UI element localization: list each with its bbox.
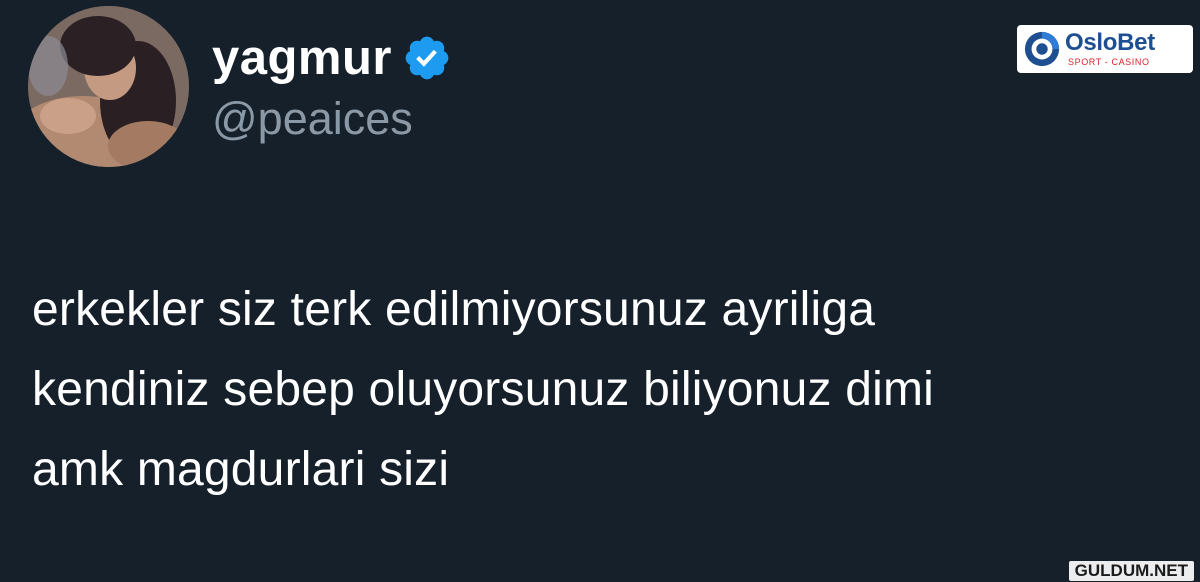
tweet-card: yagmur @peaices OsloBet SPORT - CASINO e… <box>0 0 1200 582</box>
brand-name: OsloBet <box>1065 28 1155 56</box>
display-name[interactable]: yagmur <box>212 33 392 83</box>
author-name-row[interactable]: yagmur <box>212 28 452 88</box>
tweet-text: erkekler siz terk edilmiyorsunuz ayrilig… <box>32 283 935 496</box>
verified-badge-icon <box>402 33 452 83</box>
brand-badge: OsloBet SPORT - CASINO <box>1017 25 1193 73</box>
oslobet-logo-icon <box>1024 31 1060 67</box>
avatar-photo <box>28 6 189 167</box>
avatar[interactable] <box>28 6 189 167</box>
site-watermark: GULDUM.NET <box>1068 561 1194 581</box>
brand-tagline: SPORT - CASINO <box>1068 56 1150 67</box>
author-handle[interactable]: @peaices <box>212 96 413 141</box>
